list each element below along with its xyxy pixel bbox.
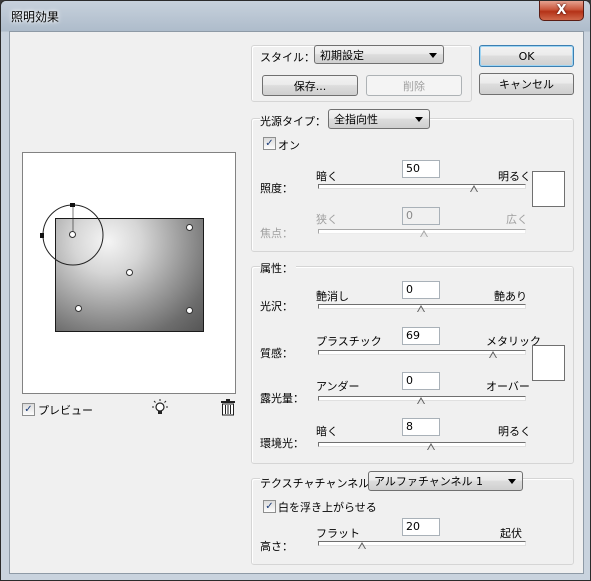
focus-input[interactable]: 0 <box>402 207 440 225</box>
style-dropdown[interactable]: 初期設定 <box>314 45 444 64</box>
exposure-input[interactable]: 0 <box>402 372 440 390</box>
focus-high-label: 広く <box>506 213 528 226</box>
gloss-label: 光沢： <box>260 300 293 313</box>
exposure-low-label: アンダー <box>316 380 360 393</box>
properties-label: 属性： <box>260 260 296 276</box>
preview-checkbox[interactable]: ✓ <box>22 403 35 416</box>
intensity-low-label: 暗く <box>316 170 338 183</box>
gloss-high-label: 艶あり <box>494 290 527 303</box>
texture-corner-handle-tr[interactable] <box>186 224 193 231</box>
ambience-high-label: 明るく <box>498 425 531 438</box>
intensity-label: 照度： <box>260 182 293 195</box>
focus-low-label: 狭く <box>316 213 338 226</box>
window-title: 照明効果 <box>11 10 60 24</box>
chevron-down-icon <box>508 479 516 484</box>
delete-button[interactable]: 削除 <box>366 75 462 96</box>
material-slider-thumb[interactable] <box>489 351 497 358</box>
close-icon: X <box>556 3 567 18</box>
preview-canvas[interactable] <box>22 152 236 394</box>
ambience-slider-track[interactable] <box>318 442 526 447</box>
texture-corner-handle-br[interactable] <box>186 307 193 314</box>
style-value: 初期設定 <box>320 48 364 62</box>
save-button[interactable]: 保存... <box>262 75 358 96</box>
lightbulb-icon[interactable] <box>151 399 169 417</box>
texture-channel-dropdown[interactable]: アルファチャンネル 1 <box>368 471 523 491</box>
exposure-high-label: オーバー <box>486 380 530 393</box>
check-mark-icon: ✓ <box>265 500 274 512</box>
light-on-checkbox[interactable]: ✓ <box>263 137 276 150</box>
check-mark-icon: ✓ <box>265 137 274 149</box>
cancel-button[interactable]: キャンセル <box>479 73 574 95</box>
style-label: スタイル： <box>260 51 315 64</box>
height-label: 高さ： <box>260 540 293 553</box>
light-on-label: オン <box>278 139 300 152</box>
ambient-color-swatch[interactable] <box>532 345 565 381</box>
chevron-down-icon <box>429 52 437 58</box>
gloss-low-label: 艶消し <box>316 290 349 303</box>
focus-label: 焦点： <box>260 227 293 240</box>
material-input[interactable]: 69 <box>402 327 440 345</box>
white-high-checkbox[interactable]: ✓ <box>263 500 276 513</box>
material-label: 質感： <box>260 347 293 360</box>
texture-channel-value: アルファチャンネル 1 <box>374 475 484 488</box>
ok-button[interactable]: OK <box>479 45 574 67</box>
intensity-slider-track[interactable] <box>318 184 526 189</box>
ambience-input[interactable]: 8 <box>402 418 440 436</box>
exposure-slider-thumb[interactable] <box>417 397 425 404</box>
close-button[interactable]: X <box>539 1 584 21</box>
intensity-input[interactable]: 50 <box>402 160 440 178</box>
ambience-label: 環境光： <box>260 437 304 450</box>
light-center-handle[interactable] <box>69 231 76 238</box>
gloss-slider-thumb[interactable] <box>417 305 425 312</box>
height-input[interactable]: 20 <box>402 518 440 536</box>
check-mark-icon: ✓ <box>24 403 33 415</box>
height-low-label: フラット <box>316 527 360 540</box>
material-low-label: プラスチック <box>316 335 382 348</box>
ambience-slider-thumb[interactable] <box>427 443 435 450</box>
chevron-down-icon <box>415 117 423 122</box>
intensity-high-label: 明るく <box>498 170 531 183</box>
ambience-low-label: 暗く <box>316 425 338 438</box>
white-high-label: 白を浮き上がらせる <box>278 501 377 514</box>
dialog-client: ✓ プレビュー スタイル： 初期設定 保存... 削除 OK キャンセル 光源タ… <box>9 31 584 574</box>
height-slider-track[interactable] <box>318 541 526 546</box>
focus-slider-thumb[interactable] <box>420 230 428 237</box>
texture-center-handle[interactable] <box>126 269 133 276</box>
preview-label: プレビュー <box>38 404 93 417</box>
exposure-label: 露光量： <box>260 392 304 405</box>
texture-corner-handle-bl[interactable] <box>75 305 82 312</box>
light-type-dropdown[interactable]: 全指向性 <box>328 109 430 129</box>
height-slider-thumb[interactable] <box>358 542 366 549</box>
ellipse-left-handle[interactable] <box>40 233 44 238</box>
gloss-input[interactable]: 0 <box>402 281 440 299</box>
lighting-effects-window: 照明効果 X ✓ プレビュー スタイル： 初期設定 保存... 削除 OK キャ… <box>0 0 591 581</box>
ellipse-top-handle[interactable] <box>70 203 75 207</box>
height-high-label: 起伏 <box>500 527 522 540</box>
title-bar[interactable]: 照明効果 X <box>1 1 590 31</box>
light-type-value: 全指向性 <box>334 113 378 126</box>
texture-channel-label: テクスチャチャンネル： <box>260 475 384 491</box>
trash-icon[interactable] <box>220 399 236 416</box>
intensity-slider-thumb[interactable] <box>470 185 478 192</box>
light-color-swatch[interactable] <box>532 171 565 207</box>
light-type-label: 光源タイプ： <box>260 113 329 129</box>
